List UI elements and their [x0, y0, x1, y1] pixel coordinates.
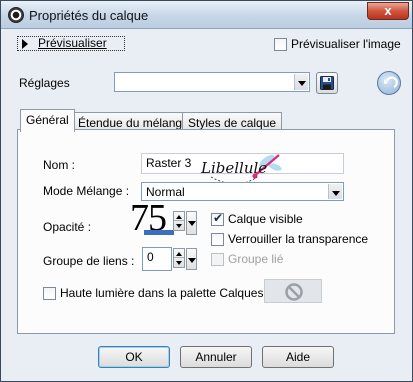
undo-arrow-icon [384, 76, 398, 88]
help-button[interactable]: Aide [262, 346, 334, 368]
reset-button[interactable] [377, 71, 401, 95]
tab-general[interactable]: Général [20, 109, 75, 132]
lock-transparency-option[interactable]: Verrouiller la transparence [211, 232, 368, 246]
link-group-label: Groupe de liens : [43, 254, 135, 268]
layer-visible-option[interactable]: Calque visible [211, 211, 303, 226]
layer-visible-label: Calque visible [228, 212, 303, 226]
link-group-dropdown-button[interactable] [186, 248, 197, 270]
link-group-input[interactable]: 0 [142, 247, 172, 271]
highlight-color-button[interactable] [264, 279, 322, 303]
opacity-slider[interactable] [144, 230, 174, 235]
lock-transparency-label: Verrouiller la transparence [228, 232, 369, 246]
name-label: Nom : [43, 158, 76, 172]
preview-button[interactable]: Prévisualiser [17, 36, 125, 51]
play-icon [22, 39, 28, 49]
presets-label: Réglages [19, 76, 70, 90]
group-linked-checkbox [211, 252, 224, 266]
opacity-dropdown-button[interactable] [186, 211, 197, 235]
highlight-checkbox[interactable] [43, 286, 56, 300]
app-icon [8, 7, 24, 23]
highlight-label: Haute lumière dans la palette Calques : [60, 286, 271, 300]
title-bar[interactable]: Propriétés du calque x [1, 1, 412, 29]
group-linked-label: Groupe lié [228, 252, 284, 266]
layer-visible-checkbox[interactable] [211, 211, 224, 226]
spin-up-icon[interactable] [174, 249, 184, 258]
blend-mode-dropdown[interactable]: Normal [141, 182, 344, 201]
ok-button[interactable]: OK [98, 346, 170, 368]
preview-button-label: Prévisualiser [38, 36, 107, 50]
opacity-label: Opacité : [43, 220, 92, 234]
name-value: Raster 3 [146, 156, 192, 170]
opacity-spinner[interactable] [173, 211, 185, 231]
chevron-down-icon[interactable] [328, 184, 342, 199]
presets-dropdown[interactable] [114, 72, 310, 92]
window-title: Propriétés du calque [29, 8, 149, 23]
no-entry-icon [285, 283, 303, 301]
close-button[interactable]: x [367, 2, 409, 20]
save-preset-button[interactable] [316, 72, 338, 94]
layer-properties-dialog: Propriétés du calque x Prévisualiser Pré… [0, 0, 413, 382]
group-linked-option: Groupe lié [211, 252, 283, 266]
highlight-option[interactable]: Haute lumière dans la palette Calques : [43, 286, 270, 300]
spin-up-icon[interactable] [174, 212, 184, 221]
preview-image-checkbox[interactable] [274, 37, 287, 51]
spin-down-icon[interactable] [174, 221, 184, 230]
floppy-disk-icon [320, 76, 334, 90]
watermark-text: Libellule [200, 159, 267, 177]
lock-transparency-checkbox[interactable] [211, 232, 224, 246]
link-group-spinner[interactable] [173, 248, 185, 268]
blend-mode-label: Mode Mélange : [43, 184, 130, 198]
preview-image-option[interactable]: Prévisualiser l'image [274, 37, 401, 51]
link-group-value: 0 [147, 250, 154, 264]
preview-image-label: Prévisualiser l'image [291, 37, 401, 51]
spin-down-icon[interactable] [174, 258, 184, 267]
cancel-button[interactable]: Annuler [180, 346, 252, 368]
chevron-down-icon[interactable] [294, 74, 308, 90]
